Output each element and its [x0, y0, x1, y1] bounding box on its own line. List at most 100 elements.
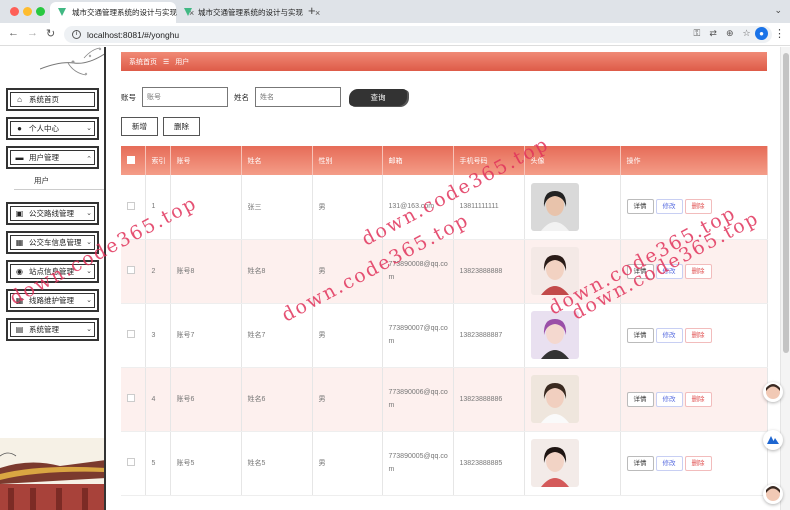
breadcrumb-home[interactable]: 系统首页 [129, 57, 157, 67]
row-checkbox[interactable] [127, 330, 135, 338]
sidebar-item-user-management[interactable]: ▬ 用户管理 ⌃ [6, 146, 99, 169]
select-all-checkbox[interactable] [127, 155, 135, 164]
email-cell: 131@163.com [382, 175, 454, 240]
new-tab-button[interactable]: + [308, 3, 316, 18]
translate-icon[interactable]: ⇄ [709, 28, 717, 39]
email-cell: 773890005@qq.com [382, 431, 454, 496]
gender-cell: 男 [312, 431, 383, 496]
row-checkbox[interactable] [127, 201, 135, 210]
forward-arrow-icon[interactable]: → [27, 27, 38, 39]
select-all-header[interactable] [121, 146, 146, 175]
minimize-window-icon[interactable] [23, 7, 32, 16]
edit-button[interactable]: 修改 [655, 455, 683, 471]
sidebar-item-station-info[interactable]: ◉ 站点信息管理 ⌄ [6, 260, 99, 283]
edit-button[interactable]: 修改 [655, 327, 683, 343]
edit-button[interactable]: 修改 [655, 263, 683, 279]
row-checkbox[interactable] [127, 394, 135, 402]
detail-button[interactable]: 详情 [626, 199, 654, 215]
grid-icon: ▦ [15, 238, 24, 247]
chevron-up-icon: ⌃ [86, 156, 92, 163]
sidebar-item-label: 系统管理 [29, 325, 59, 334]
app-logo-icon[interactable] [763, 430, 783, 450]
tab-title: 城市交通管理系统的设计与实现 [198, 8, 303, 17]
sidebar-item-bus-info[interactable]: ▦ 公交车信息管理 ⌄ [6, 231, 99, 254]
scrollbar-thumb[interactable] [783, 53, 789, 353]
key-icon[interactable]: ⚿ [694, 28, 701, 39]
column-header: 手机号码 [453, 146, 525, 175]
row-select-cell[interactable] [121, 431, 146, 496]
browser-tab-bar: 城市交通管理系统的设计与实现 × 城市交通管理系统的设计与实现 × + ⌄ [0, 0, 790, 23]
delete-button[interactable]: 删除 [684, 391, 712, 407]
avatar [530, 375, 579, 423]
detail-button[interactable]: 详情 [626, 391, 654, 407]
name-search-input[interactable] [255, 87, 341, 107]
close-window-icon[interactable] [10, 7, 19, 16]
assistant-avatar-icon[interactable] [763, 382, 783, 402]
tab-search-chevron-icon[interactable]: ⌄ [774, 5, 782, 16]
avatar-cell [524, 367, 621, 432]
column-header: 账号 [170, 146, 242, 175]
url-field[interactable]: i localhost:8081/#/yonghu [64, 26, 772, 43]
batch-delete-button[interactable]: 删除 [163, 117, 200, 136]
sidebar-item-label: 系统首页 [29, 95, 59, 104]
row-select-cell[interactable] [121, 175, 146, 240]
row-select-cell[interactable] [121, 239, 146, 304]
maximize-window-icon[interactable] [36, 7, 45, 16]
query-button[interactable]: 查询 [349, 88, 407, 106]
add-button[interactable]: 新增 [121, 117, 158, 136]
delete-button[interactable]: 删除 [684, 327, 712, 343]
phone-cell: 13823888885 [453, 431, 525, 496]
avatar [530, 311, 579, 359]
account-search-input[interactable] [142, 87, 228, 107]
bookmark-star-icon[interactable]: ☆ [742, 28, 750, 39]
reload-icon[interactable]: ↻ [46, 27, 55, 40]
column-header: 索引 [145, 146, 171, 175]
row-checkbox[interactable] [127, 266, 135, 274]
avatar-cell [524, 303, 621, 368]
edit-button[interactable]: 修改 [655, 199, 683, 215]
sidebar-item-bus-route[interactable]: ▣ 公交路线管理 ⌄ [6, 202, 99, 225]
avatar-cell [524, 239, 621, 304]
pin-icon: ◉ [16, 267, 23, 276]
address-bar: ← → ↻ i localhost:8081/#/yonghu ⚿ ⇄ ⊕ ☆ … [0, 23, 790, 46]
chat-icon: ▬ [15, 153, 24, 162]
delete-button[interactable]: 删除 [684, 263, 712, 279]
browser-menu-icon[interactable]: ⋮ [774, 27, 785, 40]
email-cell: 773890008@qq.com [382, 239, 454, 304]
index-cell: 5 [145, 431, 171, 496]
index-cell: 3 [145, 303, 171, 368]
detail-button[interactable]: 详情 [626, 263, 654, 279]
tab-close-icon[interactable]: × [315, 8, 320, 18]
gender-cell: 男 [312, 175, 383, 240]
back-arrow-icon[interactable]: ← [8, 27, 19, 39]
breadcrumb: 系统首页 ☰ 用户 [121, 52, 767, 71]
phone-cell: 13823888888 [453, 239, 525, 304]
row-select-cell[interactable] [121, 303, 146, 368]
sidebar-item-route-maintenance[interactable]: ▦ 线路维护管理 ⌄ [6, 289, 99, 312]
delete-button[interactable]: 删除 [684, 455, 712, 471]
sidebar-item-system-management[interactable]: ▤ 系统管理 ⌄ [6, 318, 99, 341]
search-bar: 账号 姓名 查询 [121, 87, 407, 107]
row-select-cell[interactable] [121, 367, 146, 432]
browser-tab[interactable]: 城市交通管理系统的设计与实现 × [176, 2, 320, 23]
browser-tab-active[interactable]: 城市交通管理系统的设计与实现 × [50, 2, 194, 23]
zoom-icon[interactable]: ⊕ [726, 28, 734, 39]
name-cell: 姓名6 [241, 367, 313, 432]
detail-button[interactable]: 详情 [626, 327, 654, 343]
row-checkbox[interactable] [127, 458, 135, 466]
profile-avatar-icon[interactable]: ● [755, 27, 768, 40]
submenu-item-user[interactable]: 用户 [34, 175, 49, 186]
account-cell [170, 175, 242, 240]
chevron-down-icon: ⌄ [86, 239, 92, 246]
briefcase-icon: ▣ [15, 209, 24, 218]
delete-button[interactable]: 删除 [684, 199, 712, 215]
site-info-icon[interactable]: i [72, 30, 81, 39]
sidebar: ⌂ 系统首页 ● 个人中心 ⌄ ▬ 用户管理 ⌃ 用户 ▣ 公交路线管理 ⌄ ▦… [0, 47, 106, 510]
detail-button[interactable]: 详情 [626, 455, 654, 471]
index-cell: 1 [145, 175, 171, 240]
sidebar-item-personal-center[interactable]: ● 个人中心 ⌄ [6, 117, 99, 140]
chat-avatar-icon[interactable] [763, 484, 783, 504]
edit-button[interactable]: 修改 [655, 391, 683, 407]
phone-cell: 13823888886 [453, 367, 525, 432]
sidebar-item-home[interactable]: ⌂ 系统首页 [6, 88, 99, 111]
